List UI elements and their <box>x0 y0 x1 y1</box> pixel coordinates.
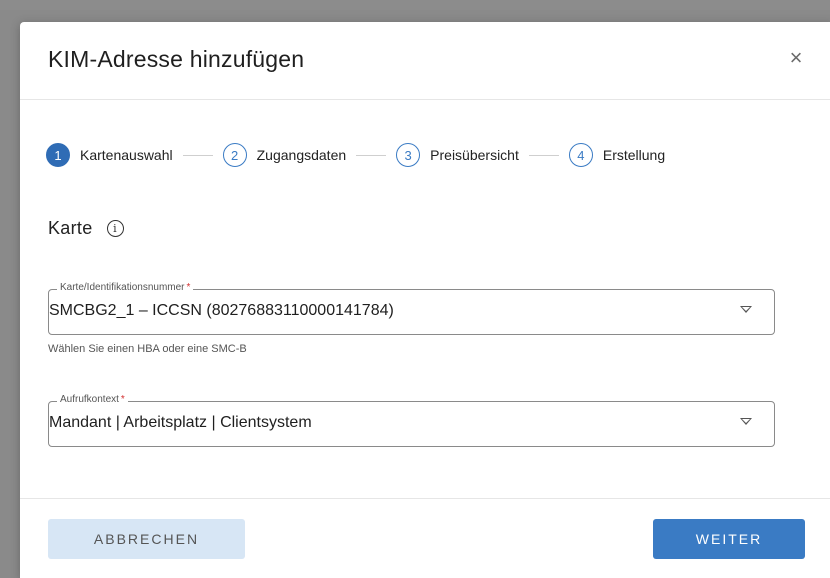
cancel-button[interactable]: ABBRECHEN <box>48 519 245 559</box>
context-select[interactable]: Aufrufkontext * Mandant | Arbeitsplatz | … <box>48 394 775 447</box>
step-number: 1 <box>46 143 70 167</box>
card-select-hint: Wählen Sie einen HBA oder eine SMC-B <box>48 343 247 355</box>
step-connector <box>356 154 387 156</box>
dropdown-triangle-icon[interactable] <box>740 306 752 313</box>
backdrop <box>0 0 830 10</box>
card-select[interactable]: Karte/Identifikationsnummer * SMCBG2_1 – … <box>48 282 775 335</box>
step-number: 2 <box>222 143 247 167</box>
card-select-label: Karte/Identifikationsnummer * <box>57 282 194 293</box>
dialog-header: KIM-Adresse hinzufügen × <box>20 22 830 100</box>
add-kim-address-dialog: KIM-Adresse hinzufügen × 1 Kartenauswahl… <box>20 22 830 578</box>
info-icon[interactable]: i <box>106 220 124 237</box>
step-number: 3 <box>396 143 421 167</box>
step-label: Preisübersicht <box>430 147 519 163</box>
step-creation: 4 Erstellung <box>568 143 666 167</box>
field-label-text: Aufrufkontext <box>60 394 119 405</box>
step-connector <box>182 154 213 156</box>
step-connector <box>528 154 559 156</box>
required-marker: * <box>120 394 125 405</box>
step-number: 4 <box>568 143 593 167</box>
card-select-value: SMCBG2_1 – ICCSN (80276883110000141784) <box>49 302 394 319</box>
step-card-selection: 1 Kartenauswahl <box>46 143 173 167</box>
context-select-label: Aufrufkontext * <box>57 394 128 405</box>
close-icon[interactable]: × <box>782 44 810 72</box>
stepper: 1 Kartenauswahl 2 Zugangsdaten 3 Preisüb… <box>46 142 806 168</box>
step-label: Zugangsdaten <box>256 147 347 163</box>
step-label: Kartenauswahl <box>80 147 173 163</box>
required-marker: * <box>186 282 191 293</box>
step-access-data: 2 Zugangsdaten <box>222 143 347 167</box>
step-label: Erstellung <box>602 147 666 163</box>
step-price-overview: 3 Preisübersicht <box>396 143 519 167</box>
section-title: Karte i <box>48 218 124 239</box>
dialog-footer: ABBRECHEN WEITER <box>20 498 830 578</box>
dialog-title: KIM-Adresse hinzufügen <box>48 46 305 72</box>
next-button[interactable]: WEITER <box>653 519 805 559</box>
field-label-text: Karte/Identifikationsnummer <box>60 282 185 293</box>
context-select-value: Mandant | Arbeitsplatz | Clientsystem <box>49 414 312 431</box>
section-title-text: Karte <box>48 218 93 238</box>
dropdown-triangle-icon[interactable] <box>740 418 752 425</box>
